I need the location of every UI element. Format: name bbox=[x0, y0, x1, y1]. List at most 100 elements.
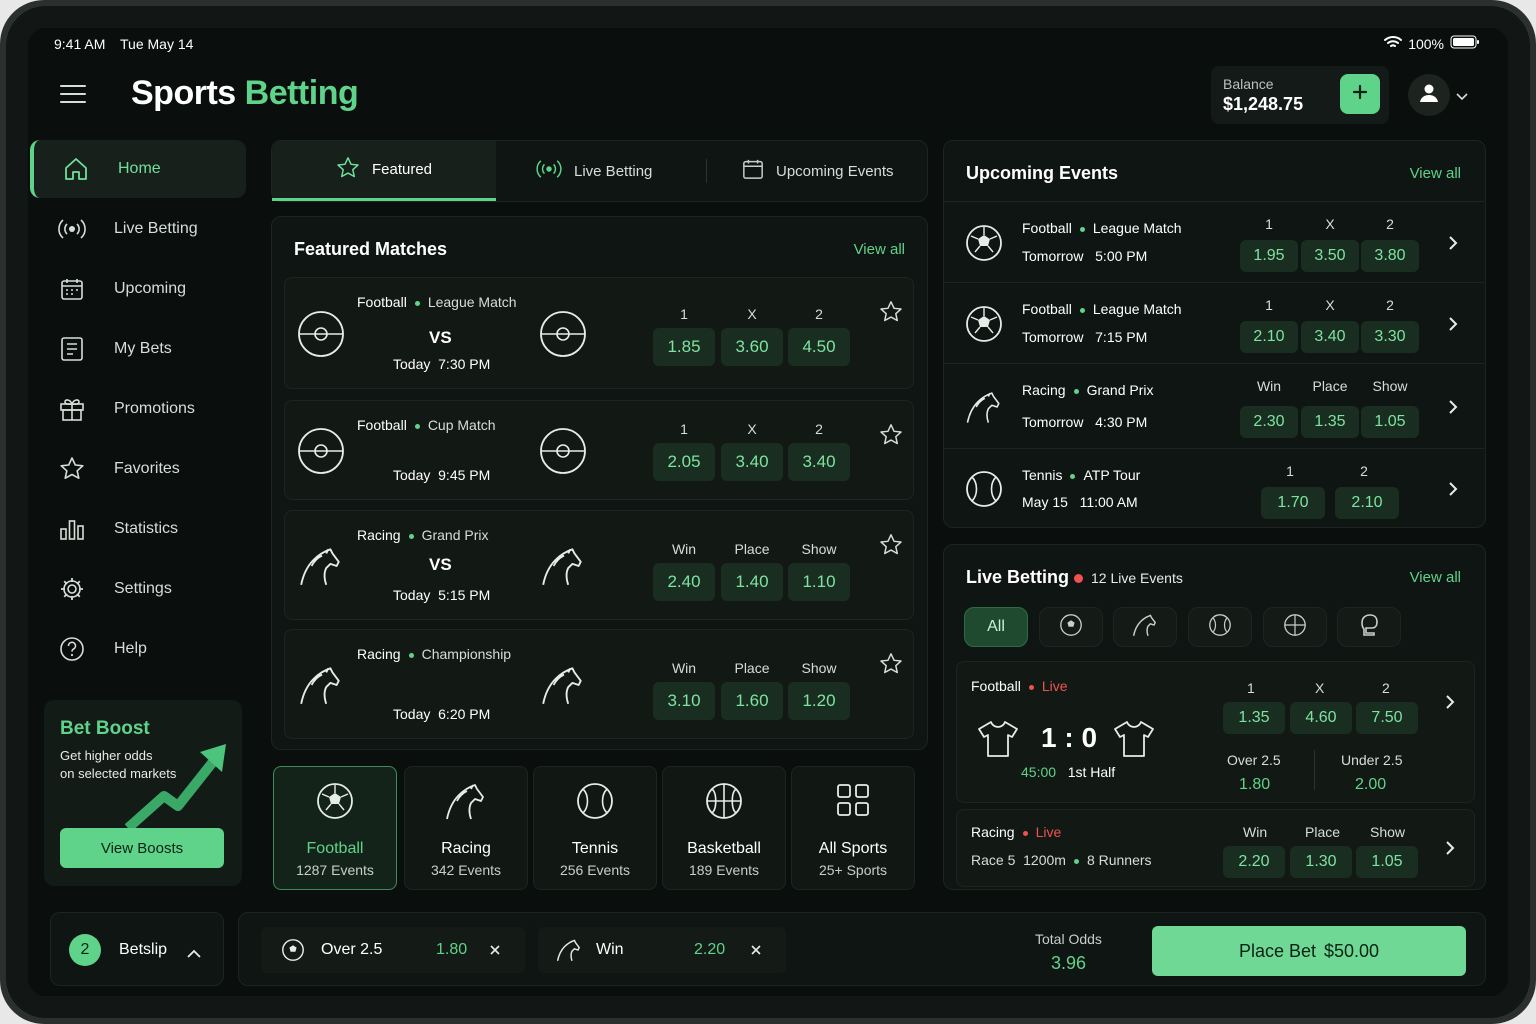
odds-button[interactable]: 1.30 bbox=[1290, 846, 1352, 878]
live-racing-card[interactable]: Racing Live Race 5 1200m 8 Runners Win Pla… bbox=[956, 809, 1475, 887]
odds-button[interactable]: 4.60 bbox=[1290, 702, 1352, 734]
upcoming-event-row[interactable]: Football League Match Tomorrow 5:00 PM 1 1.9… bbox=[944, 201, 1484, 282]
chevron-right-icon[interactable] bbox=[1445, 694, 1455, 715]
odds-button[interactable]: 3.50 bbox=[1301, 240, 1359, 272]
upcoming-event-row[interactable]: Football League Match Tomorrow 7:15 PM 1 2.1… bbox=[944, 282, 1484, 363]
odds-button[interactable]: 3.60 bbox=[721, 328, 783, 366]
odds-button[interactable]: 3.40 bbox=[788, 443, 850, 481]
odds-button[interactable]: 1.35 bbox=[1223, 702, 1285, 734]
odds-button[interactable]: 2.10 bbox=[1335, 487, 1399, 519]
filter-tennis[interactable] bbox=[1188, 607, 1252, 647]
odds-button[interactable]: 1.60 bbox=[721, 682, 783, 720]
close-icon[interactable] bbox=[489, 943, 501, 961]
odds-button[interactable]: 3.80 bbox=[1361, 240, 1419, 272]
odds-button[interactable]: 2.10 bbox=[1240, 321, 1298, 353]
match-card[interactable]: Football League Match VS Today 7:30 PM 1 1.85… bbox=[284, 277, 914, 389]
avatar[interactable] bbox=[1408, 74, 1450, 116]
odds-button[interactable]: 1.20 bbox=[788, 682, 850, 720]
event-meta: Tennis ATP Tour bbox=[1022, 467, 1141, 483]
betslip-toggle[interactable]: 2 Betslip bbox=[50, 912, 224, 986]
odds-button[interactable]: 3.40 bbox=[721, 443, 783, 481]
odds-button[interactable]: 3.10 bbox=[653, 682, 715, 720]
tab-live-betting[interactable]: Live Betting bbox=[536, 141, 652, 201]
jersey-icon bbox=[1113, 720, 1155, 763]
sidebar-item-upcoming[interactable]: Upcoming bbox=[30, 260, 246, 318]
sidebar-nav: Home Live Betting Upcoming My Bets Promo… bbox=[28, 140, 250, 700]
plus-icon bbox=[1352, 84, 1368, 105]
odds-header: 1 bbox=[680, 306, 688, 322]
close-icon[interactable] bbox=[750, 943, 762, 961]
place-bet-button[interactable]: Place Bet $50.00 bbox=[1152, 926, 1466, 976]
odds-button[interactable]: 2.20 bbox=[1223, 846, 1285, 878]
featured-view-all[interactable]: View all bbox=[854, 241, 905, 258]
sidebar-item-favorites[interactable]: Favorites bbox=[30, 440, 246, 498]
upcoming-event-row[interactable]: Racing Grand Prix Tomorrow 4:30 PM Win 2.30 P… bbox=[944, 363, 1484, 448]
live-score: 1 : 0 bbox=[1041, 722, 1098, 753]
odds-button[interactable]: 2.30 bbox=[1240, 406, 1298, 438]
sidebar-item-statistics[interactable]: Statistics bbox=[30, 500, 246, 558]
sport-card-football[interactable]: Football 1287 Events bbox=[273, 766, 397, 890]
odds-button[interactable]: 3.40 bbox=[1301, 321, 1359, 353]
odds-header: 1 bbox=[1265, 297, 1273, 313]
odds-button[interactable]: 3.30 bbox=[1361, 321, 1419, 353]
odds-button[interactable]: 1.05 bbox=[1356, 846, 1418, 878]
favorite-star-icon[interactable] bbox=[879, 533, 903, 562]
chevron-right-icon[interactable] bbox=[1445, 840, 1455, 861]
odds-button[interactable]: 2.40 bbox=[653, 563, 715, 601]
deposit-button[interactable] bbox=[1340, 74, 1380, 114]
chevron-down-icon[interactable] bbox=[1456, 88, 1468, 106]
under-odds[interactable]: 2.00 bbox=[1355, 776, 1386, 794]
chevron-right-icon[interactable] bbox=[1448, 316, 1458, 337]
odds-button[interactable]: 4.50 bbox=[788, 328, 850, 366]
favorite-star-icon[interactable] bbox=[879, 423, 903, 452]
odds-button[interactable]: 7.50 bbox=[1356, 702, 1418, 734]
chevron-right-icon[interactable] bbox=[1448, 235, 1458, 256]
odds-button[interactable]: 1.35 bbox=[1301, 406, 1359, 438]
sidebar-item-my-bets[interactable]: My Bets bbox=[30, 320, 246, 378]
odds-button[interactable]: 1.70 bbox=[1261, 487, 1325, 519]
sport-card-tennis[interactable]: Tennis 256 Events bbox=[533, 766, 657, 890]
menu-icon[interactable] bbox=[60, 84, 86, 104]
odds-header: Win bbox=[671, 541, 697, 557]
sport-card-all-sports[interactable]: All Sports 25+ Sports bbox=[791, 766, 915, 890]
live-view-all[interactable]: View all bbox=[1410, 569, 1461, 586]
filter-all[interactable]: All bbox=[964, 607, 1028, 647]
odds-button[interactable]: 1.05 bbox=[1361, 406, 1419, 438]
filter-racing[interactable] bbox=[1113, 607, 1177, 647]
sidebar-item-promotions[interactable]: Promotions bbox=[30, 380, 246, 438]
upcoming-event-row[interactable]: Tennis ATP Tour May 15 11:00 AM 1 1.70 2 2.10 bbox=[944, 448, 1484, 528]
sport-card-racing[interactable]: Racing 342 Events bbox=[404, 766, 528, 890]
balance-label: Balance bbox=[1223, 76, 1274, 92]
odds-button[interactable]: 2.05 bbox=[653, 443, 715, 481]
odds-button[interactable]: 1.85 bbox=[653, 328, 715, 366]
match-card[interactable]: Racing Championship Today 6:20 PM Win 3.10 Pl… bbox=[284, 629, 914, 739]
over-odds[interactable]: 1.80 bbox=[1239, 776, 1270, 794]
favorite-star-icon[interactable] bbox=[879, 300, 903, 329]
chevron-up-icon[interactable] bbox=[187, 945, 201, 963]
filter-basketball[interactable] bbox=[1263, 607, 1327, 647]
sidebar-item-live-betting[interactable]: Live Betting bbox=[30, 200, 246, 258]
chevron-right-icon[interactable] bbox=[1448, 481, 1458, 502]
sidebar-item-settings[interactable]: Settings bbox=[30, 560, 246, 618]
filter-football[interactable] bbox=[1039, 607, 1103, 647]
odds-button[interactable]: 1.10 bbox=[788, 563, 850, 601]
sidebar-item-home[interactable]: Home bbox=[30, 140, 246, 198]
favorite-star-icon[interactable] bbox=[879, 652, 903, 681]
upcoming-view-all[interactable]: View all bbox=[1410, 165, 1461, 182]
tab-upcoming-events[interactable]: Upcoming Events bbox=[742, 141, 894, 201]
match-card[interactable]: Racing Grand Prix VS Today 5:15 PM Win 2.40 Pl… bbox=[284, 510, 914, 620]
view-boosts-button[interactable]: View Boosts bbox=[60, 828, 224, 868]
odds-header: 1 bbox=[680, 421, 688, 437]
sport-card-basketball[interactable]: Basketball 189 Events bbox=[662, 766, 786, 890]
match-card[interactable]: Football Cup Match Today 9:45 PM 1 2.05 X 3.40… bbox=[284, 400, 914, 500]
odds-header: Show bbox=[801, 660, 837, 676]
live-football-card[interactable]: Football Live 1 : 0 45:00 1st Half 1 X 2 … bbox=[956, 661, 1475, 803]
filter-boxing[interactable] bbox=[1337, 607, 1401, 647]
chevron-right-icon[interactable] bbox=[1448, 399, 1458, 420]
sidebar-item-help[interactable]: Help bbox=[30, 620, 246, 678]
user-icon bbox=[1419, 83, 1439, 108]
odds-button[interactable]: 1.95 bbox=[1240, 240, 1298, 272]
odds-header: Win bbox=[1256, 378, 1282, 394]
tab-featured[interactable]: Featured bbox=[272, 141, 496, 201]
odds-button[interactable]: 1.40 bbox=[721, 563, 783, 601]
